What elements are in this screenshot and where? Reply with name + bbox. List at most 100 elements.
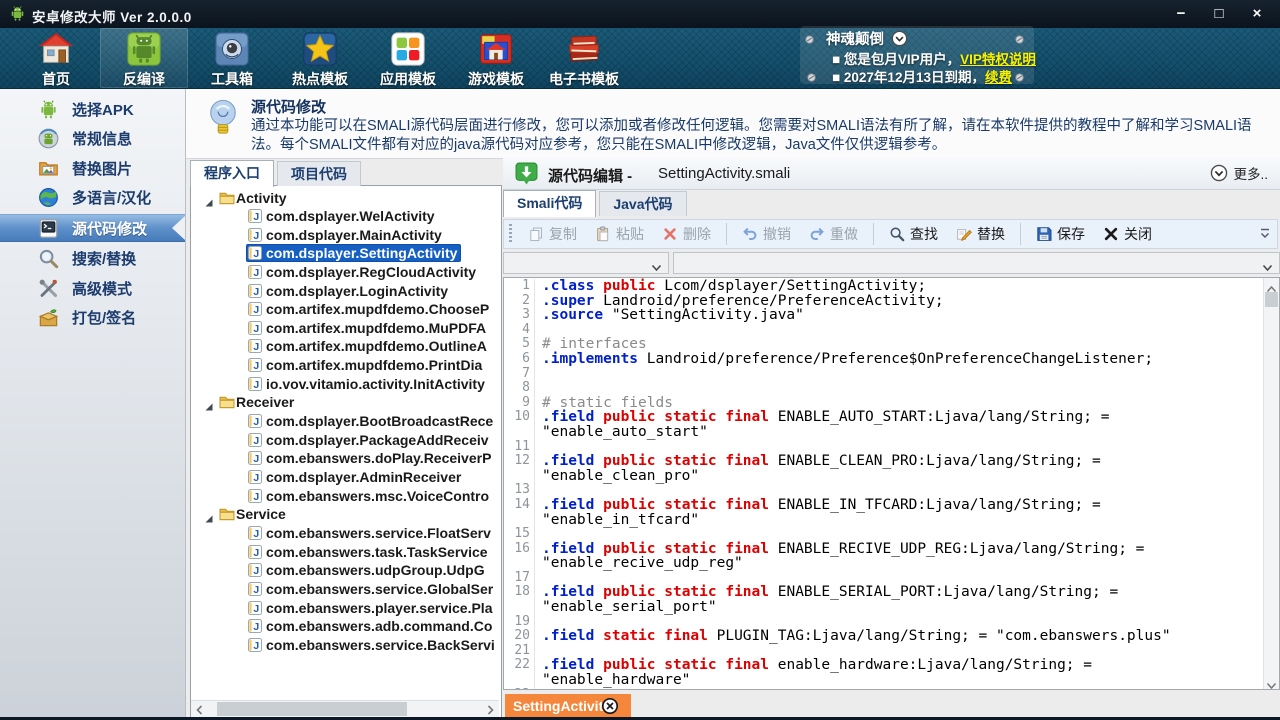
tree-tab-0[interactable]: 程序入口 — [190, 160, 274, 187]
tree-item-label: com.ebanswers.doPlay.ReceiverP — [266, 450, 491, 466]
toolbar-grip[interactable] — [509, 224, 512, 244]
tree-item[interactable]: Jcom.ebanswers.msc.VoiceContro — [191, 486, 499, 505]
tree-horizontal-scrollbar[interactable] — [191, 700, 499, 718]
line-number — [504, 556, 535, 571]
tab-close-icon[interactable] — [601, 697, 619, 715]
code-line: "enable_in_tfcard" — [504, 513, 1259, 528]
editor-toolbar: 复制粘贴删除撤销重做查找替换保存关闭 — [503, 219, 1278, 249]
tree-item[interactable]: Jcom.ebanswers.udpGroup.UdpG — [191, 561, 499, 580]
overflow-icon[interactable] — [1259, 227, 1271, 241]
sidebar-item-replace-images[interactable]: 替换图片 — [0, 155, 185, 181]
toolbar-separator — [873, 223, 874, 245]
tree-group-service[interactable]: Service — [191, 505, 499, 524]
scroll-down-icon[interactable] — [1266, 677, 1277, 686]
tree-item[interactable]: Jcom.ebanswers.doPlay.ReceiverP — [191, 449, 499, 468]
nav-item-hot-templates[interactable]: 热点模板 — [276, 28, 364, 88]
editor-tab-0[interactable]: Smali代码 — [503, 190, 596, 217]
delete-button[interactable]: 删除 — [653, 221, 720, 247]
close-button[interactable]: 关闭 — [1094, 221, 1161, 247]
java-file-icon: J — [248, 526, 262, 540]
tree-item-box: Jcom.dsplayer.WelActivity — [247, 208, 438, 224]
sidebar-item-general-info[interactable]: 常规信息 — [0, 126, 185, 152]
tree-tab-1[interactable]: 项目代码 — [277, 161, 361, 186]
paste-button[interactable]: 粘贴 — [586, 221, 653, 247]
tree-item-label: com.ebanswers.service.FloatServ — [266, 525, 491, 541]
nav-item-game-templates[interactable]: 游戏模板 — [452, 28, 540, 88]
code-vertical-scrollbar[interactable] — [1263, 278, 1279, 689]
account-dropdown-icon[interactable] — [891, 30, 908, 47]
code-editor[interactable]: 1.class public Lcom/dsplayer/SettingActi… — [503, 277, 1280, 690]
scroll-right-icon[interactable] — [484, 703, 496, 715]
sidebar-item-advanced-mode[interactable]: 高级模式 — [0, 275, 185, 301]
tree-item[interactable]: Jio.vov.vitamio.activity.InitActivity — [191, 374, 499, 393]
tree-item[interactable]: Jcom.dsplayer.BootBroadcastRece — [191, 412, 499, 431]
maximize-button[interactable]: □ — [1210, 4, 1228, 24]
tree-group-receiver[interactable]: Receiver — [191, 393, 499, 412]
tree-item[interactable]: Jcom.artifex.mupdfdemo.OutlineA — [191, 337, 499, 356]
tree-group-activity[interactable]: Activity — [191, 188, 499, 207]
redo-button[interactable]: 重做 — [800, 221, 867, 247]
tree-item[interactable]: Jcom.ebanswers.service.GlobalSer — [191, 580, 499, 599]
tree-item[interactable]: Jcom.dsplayer.LoginActivity — [191, 281, 499, 300]
sidebar-item-package-sign[interactable]: 打包/签名 — [0, 305, 185, 331]
svg-text:J: J — [253, 640, 259, 652]
code-text: .field public static final ENABLE_CLEAN_… — [542, 454, 1101, 469]
scrollbar-thumb[interactable] — [1265, 292, 1278, 307]
close-button[interactable]: × — [1248, 4, 1266, 24]
nav-item-toolbox[interactable]: 工具箱 — [188, 28, 276, 88]
tree-item[interactable]: Jcom.artifex.mupdfdemo.PrintDia — [191, 356, 499, 375]
expand-triangle-icon[interactable] — [205, 194, 213, 202]
nav-item-decompile[interactable]: 反编译 — [100, 28, 188, 88]
redo-icon — [809, 226, 825, 242]
method-dropdown-right[interactable] — [673, 252, 1280, 274]
minimize-button[interactable]: − — [1172, 4, 1190, 24]
line-number: 5 — [504, 337, 535, 352]
tree-item[interactable]: Jcom.dsplayer.AdminReceiver — [191, 468, 499, 487]
vip-privileges-link[interactable]: VIP特权说明 — [960, 52, 1036, 67]
sidebar-item-source-edit[interactable]: 源代码修改 — [0, 214, 185, 242]
nav-item-label: 电子书模板 — [549, 69, 619, 89]
scrollbar-thumb[interactable] — [217, 702, 407, 716]
line-number: 10 — [504, 410, 535, 425]
nav-item-home[interactable]: 首页 — [12, 28, 100, 88]
code-line: "enable_recive_udp_reg" — [504, 556, 1259, 571]
editor-tab-1[interactable]: Java代码 — [599, 191, 686, 216]
save-button[interactable]: 保存 — [1027, 221, 1094, 247]
tree-item[interactable]: Jcom.ebanswers.task.TaskService — [191, 543, 499, 562]
renew-link[interactable]: 续费 — [985, 70, 1012, 85]
tree-item[interactable]: Jcom.dsplayer.PackageAddReceiv — [191, 431, 499, 450]
tree-item[interactable]: Jcom.dsplayer.MainActivity — [191, 226, 499, 245]
tree-item[interactable]: Jcom.ebanswers.player.service.Pla — [191, 598, 499, 617]
replace-button[interactable]: 替换 — [947, 221, 1014, 247]
java-file-icon: J — [248, 246, 262, 260]
tree-item[interactable]: Jcom.ebanswers.service.BackServi — [191, 635, 499, 654]
expand-triangle-icon[interactable] — [205, 398, 213, 406]
tree-item[interactable]: Jcom.dsplayer.WelActivity — [191, 207, 499, 226]
nav-item-ebook-templates[interactable]: 电子书模板 — [540, 28, 628, 88]
vip-status-row: ■ 您是包月VIP用户，VIP特权说明 — [832, 48, 1036, 68]
tree-item[interactable]: Jcom.ebanswers.adb.command.Co — [191, 617, 499, 636]
scroll-up-icon[interactable] — [1266, 281, 1277, 290]
method-dropdown-left[interactable] — [503, 252, 669, 274]
more-button[interactable]: 更多.. — [1210, 163, 1268, 183]
find-button[interactable]: 查找 — [880, 221, 947, 247]
scroll-left-icon[interactable] — [194, 703, 206, 715]
sidebar-item-select-apk[interactable]: 选择APK — [0, 96, 185, 122]
sidebar-item-localization[interactable]: 多语言/汉化 — [0, 185, 185, 211]
open-file-tab[interactable]: SettingActivit — [505, 694, 631, 717]
line-number: 1 — [504, 279, 535, 294]
tree-item[interactable]: Jcom.dsplayer.RegCloudActivity — [191, 263, 499, 282]
nav-item-app-templates[interactable]: 应用模板 — [364, 28, 452, 88]
tree-item[interactable]: Jcom.ebanswers.service.FloatServ — [191, 524, 499, 543]
sidebar-item-search-replace[interactable]: 搜索/替换 — [0, 246, 185, 272]
copy-button[interactable]: 复制 — [519, 221, 586, 247]
java-file-icon: J — [248, 339, 262, 353]
code-line: "enable_serial_port" — [504, 600, 1259, 615]
expand-triangle-icon[interactable] — [205, 510, 213, 518]
undo-button[interactable]: 撤销 — [733, 221, 800, 247]
tree-item[interactable]: Jcom.artifex.mupdfdemo.MuPDFA — [191, 319, 499, 338]
tree-item[interactable]: Jcom.artifex.mupdfdemo.ChooseP — [191, 300, 499, 319]
tree-item[interactable]: Jcom.dsplayer.SettingActivity — [191, 244, 499, 263]
code-line: 16.field public static final ENABLE_RECI… — [504, 542, 1259, 557]
folder-icon — [219, 395, 235, 409]
